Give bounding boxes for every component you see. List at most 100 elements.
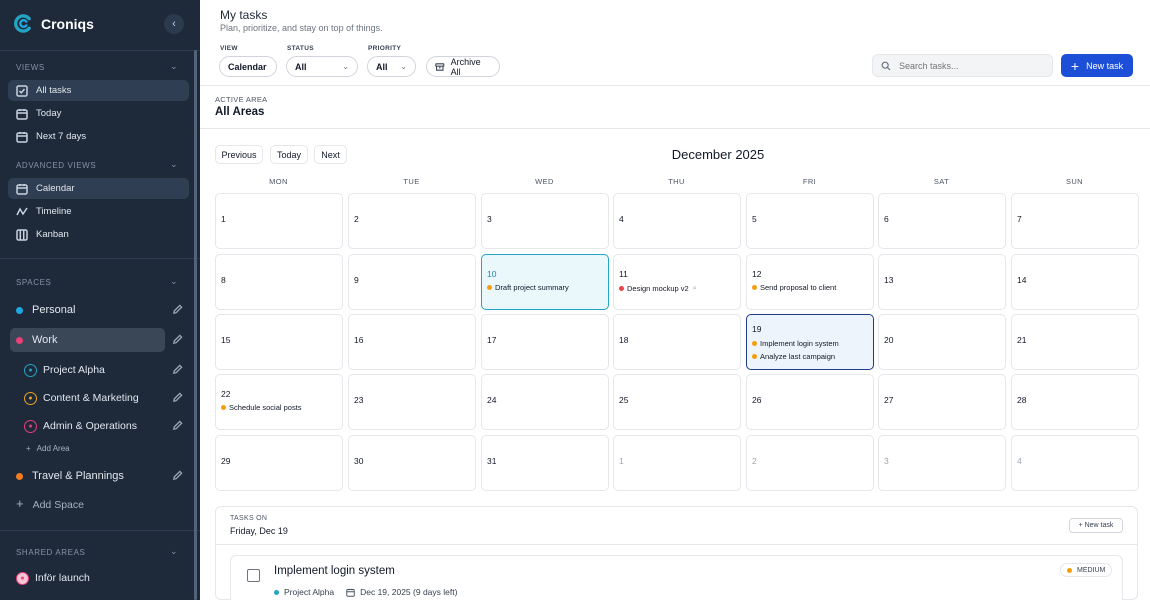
calendar-event[interactable]: Send proposal to client [752,283,836,292]
panel-new-task-button[interactable]: + New task [1069,518,1123,533]
calendar-event[interactable]: Draft project summary [487,283,569,292]
calendar-day-cell[interactable]: 31 [481,435,609,491]
calendar-event[interactable]: Analyze last campaign [752,352,835,361]
task-title[interactable]: Implement login system [274,565,395,577]
event-priority-dot [619,285,624,291]
calendar-day-cell[interactable]: 18 [613,314,741,370]
chevron-down-icon[interactable]: ⌄ [170,159,178,170]
edit-icon[interactable] [172,420,183,431]
section-label-advanced-views: ADVANCED VIEWS [16,161,97,170]
calendar-day-cell[interactable]: 2 [348,193,476,249]
previous-month-button[interactable]: Previous [215,145,263,164]
weekday-label: WED [535,177,554,186]
calendar-day-cell[interactable]: 13 [878,254,1006,310]
next-month-button[interactable]: Next [314,145,347,164]
calendar-day-cell[interactable]: 20 [878,314,1006,370]
calendar-day-cell[interactable]: 1 [613,435,741,491]
sidebar-scrollbar[interactable] [194,50,197,600]
area-item-admin-operations[interactable]: ● Admin & Operations [24,415,137,437]
calendar-day-cell[interactable]: 10 Draft project summary [481,254,609,310]
calendar-day-cell[interactable]: 19 Implement login system Analyze last cam… [746,314,874,370]
calendar-day-cell[interactable]: 9 [348,254,476,310]
calendar-day-cell[interactable]: 23 [348,374,476,430]
area-color-dot [274,589,279,595]
calendar-day-cell[interactable]: 3 [878,435,1006,491]
status-select[interactable]: All ⌄ [286,56,358,77]
calendar-day-cell[interactable]: 30 [348,435,476,491]
calendar-day-cell[interactable]: 15 [215,314,343,370]
calendar-day-cell[interactable]: 16 [348,314,476,370]
view-select[interactable]: Calendar [219,56,277,77]
add-space-button[interactable]: + Add Space [16,496,84,511]
add-area-button[interactable]: + Add Area [26,444,70,453]
new-task-button[interactable]: + New task [1061,54,1133,77]
area-item-project-alpha[interactable]: ● Project Alpha [24,359,105,381]
calendar-day-cell[interactable]: 6 [878,193,1006,249]
nav-item-label: Calendar [36,183,75,194]
calendar-day-cell[interactable]: 22 Schedule social posts [215,374,343,430]
shared-area-item[interactable]: ● Inför launch [16,567,90,589]
calendar-day-cell[interactable]: 29 [215,435,343,491]
calendar-day-cell[interactable]: 1 [215,193,343,249]
new-task-label: New task [1086,60,1124,71]
calendar-day-cell[interactable]: 26 [746,374,874,430]
view-select-value: Calendar [228,61,267,72]
calendar-day-cell[interactable]: 21 [1011,314,1139,370]
calendar-day-cell[interactable]: 3 [481,193,609,249]
nav-item-label: Next 7 days [36,131,87,142]
nav-item-all-tasks[interactable]: All tasks [8,80,189,101]
calendar-day-cell[interactable]: 5 [746,193,874,249]
space-item-personal[interactable]: Personal [10,298,190,322]
nav-item-calendar[interactable]: Calendar [8,178,189,199]
space-item-work[interactable]: Work [10,328,165,352]
calendar-day-cell[interactable]: 27 [878,374,1006,430]
nav-item-today[interactable]: Today [8,103,189,124]
calendar-day-cell[interactable]: 12 Send proposal to client [746,254,874,310]
day-number: 20 [884,335,894,345]
calendar-event[interactable]: Schedule social posts [221,403,302,412]
nav-item-timeline[interactable]: Timeline [8,201,189,222]
search-box[interactable] [872,54,1053,77]
calendar-day-cell[interactable]: 4 [613,193,741,249]
plus-icon: + [1070,57,1080,74]
area-item-content-marketing[interactable]: ● Content & Marketing [24,387,139,409]
today-button[interactable]: Today [270,145,308,164]
calendar-day-cell[interactable]: 24 [481,374,609,430]
checkbox-icon [16,84,28,97]
edit-icon[interactable] [172,364,183,375]
calendar-event[interactable]: Design mockup v2 ⌕ [619,283,697,293]
brand[interactable]: Croniqs [14,14,94,33]
calendar-icon [16,131,28,143]
nav-item-next-7-days[interactable]: Next 7 days [8,126,189,147]
archive-all-button[interactable]: Archive All [426,56,500,77]
attachment-icon: ⌕ [692,283,697,292]
search-input[interactable] [899,60,1039,71]
space-item-travel-plannings[interactable]: Travel & Plannings [10,464,190,488]
edit-icon[interactable] [172,470,183,481]
edit-icon[interactable] [172,334,183,345]
calendar-day-cell[interactable]: 25 [613,374,741,430]
edit-icon[interactable] [172,392,183,403]
chevron-down-icon[interactable]: ⌄ [170,61,178,72]
calendar-day-cell[interactable]: 14 [1011,254,1139,310]
day-number: 14 [1017,275,1027,285]
collapse-sidebar-button[interactable]: ‹ [164,14,184,34]
calendar-event[interactable]: Implement login system [752,339,839,348]
calendar-day-cell[interactable]: 2 [746,435,874,491]
task-checkbox[interactable] [247,569,260,582]
calendar-day-cell[interactable]: 28 [1011,374,1139,430]
brand-name: Croniqs [41,15,94,32]
day-number: 5 [752,214,757,224]
chevron-down-icon[interactable]: ⌄ [170,276,178,287]
calendar-day-cell[interactable]: 8 [215,254,343,310]
edit-icon[interactable] [172,304,183,315]
calendar-day-cell[interactable]: 7 [1011,193,1139,249]
calendar-day-cell[interactable]: 4 [1011,435,1139,491]
chevron-down-icon[interactable]: ⌄ [170,546,178,557]
calendar-day-cell[interactable]: 17 [481,314,609,370]
priority-select[interactable]: All ⌄ [367,56,416,77]
area-label: Content & Marketing [43,392,139,404]
chevron-down-icon: ⌄ [400,62,407,71]
nav-item-kanban[interactable]: Kanban [8,224,189,245]
calendar-day-cell[interactable]: 11 Design mockup v2 ⌕ [613,254,741,310]
